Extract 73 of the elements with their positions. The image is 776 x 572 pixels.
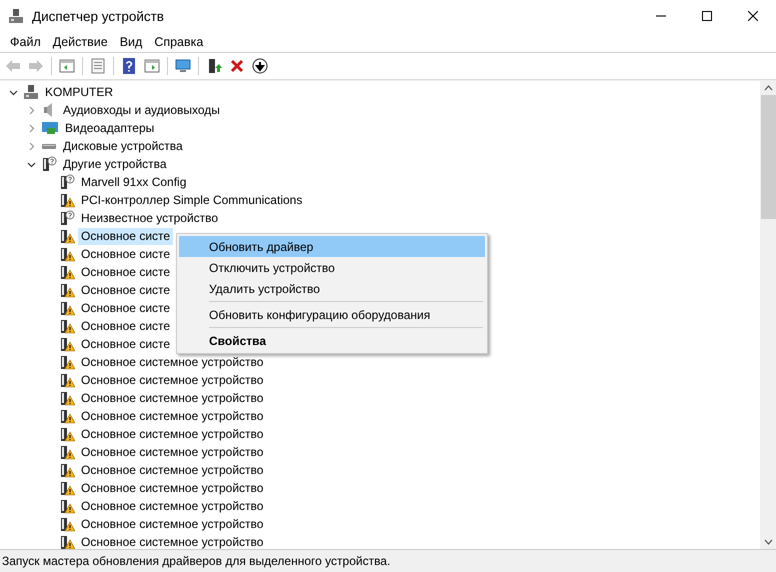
- monitor-icon: [41, 120, 59, 136]
- collapse-chevron-icon[interactable]: [26, 160, 36, 168]
- warning-device-icon: [59, 300, 75, 316]
- menu-item[interactable]: Действие: [46, 35, 114, 49]
- warning-device-icon: [59, 372, 75, 388]
- tree-item[interactable]: Основное системное устройство: [78, 534, 266, 549]
- tree-item[interactable]: Основное системное устройство: [78, 408, 266, 424]
- warning-device-icon: [59, 246, 75, 262]
- tree-item[interactable]: Основное систе: [78, 336, 174, 352]
- expand-chevron-icon[interactable]: [26, 142, 36, 150]
- expand-chevron-icon[interactable]: [26, 106, 36, 114]
- context-menu-item[interactable]: Свойства: [179, 330, 485, 351]
- tree-item[interactable]: Основное систе: [78, 300, 174, 316]
- drive-icon: [42, 144, 56, 148]
- tree-item[interactable]: Основное систе: [78, 246, 174, 262]
- tree-item[interactable]: KOMPUTER: [42, 84, 116, 100]
- menu-item[interactable]: Файл: [4, 35, 47, 49]
- warning-device-icon: [59, 192, 75, 208]
- tree-item[interactable]: Marvell 91xx Config: [78, 174, 190, 190]
- tree-item[interactable]: Основное систе: [78, 282, 174, 298]
- warning-device-icon: [59, 462, 75, 478]
- context-menu-item[interactable]: Обновить драйвер: [179, 236, 485, 257]
- warning-device-icon: [59, 498, 75, 514]
- tree-item[interactable]: Основное системное устройство: [78, 498, 266, 514]
- tree-item[interactable]: Аудиовходы и аудиовыходы: [60, 102, 223, 118]
- tree-item[interactable]: Основное системное устройство: [78, 426, 266, 442]
- warning-device-icon: [59, 408, 75, 424]
- warning-device-icon: [59, 534, 75, 549]
- scrollbar-thumb[interactable]: [760, 95, 776, 219]
- collapse-chevron-icon[interactable]: [8, 88, 18, 96]
- warning-device-icon: [59, 480, 75, 496]
- expand-chevron-icon[interactable]: [26, 124, 36, 132]
- tree-item[interactable]: Другие устройства: [60, 156, 170, 172]
- warning-device-icon: [59, 282, 75, 298]
- warning-device-icon: [59, 318, 75, 334]
- warning-device-icon: [59, 228, 75, 244]
- tree-item[interactable]: Основное систе: [78, 228, 174, 244]
- warning-device-icon: [59, 264, 75, 280]
- tree-item[interactable]: Дисковые устройства: [60, 138, 186, 154]
- tree-item[interactable]: Основное системное устройство: [78, 462, 266, 478]
- warning-device-icon: [59, 390, 75, 406]
- unknown-device-icon: [59, 210, 75, 226]
- computer-icon: [8, 8, 24, 24]
- menu-item[interactable]: Справка: [148, 35, 210, 49]
- context-menu-item[interactable]: Обновить конфигурацию оборудования: [179, 304, 485, 325]
- tree-item[interactable]: Основное систе: [78, 318, 174, 334]
- context-menu-item[interactable]: Удалить устройство: [179, 278, 485, 299]
- warning-device-icon: [59, 516, 75, 532]
- tree-item[interactable]: Основное системное устройство: [78, 444, 266, 460]
- tree-item[interactable]: Основное системное устройство: [78, 480, 266, 496]
- tree-item[interactable]: Основное систе: [78, 264, 174, 280]
- download-icon[interactable]: [250, 56, 270, 76]
- close-icon: [748, 11, 758, 21]
- warning-device-icon: [59, 336, 75, 352]
- unknown-device-icon: [59, 174, 75, 190]
- tree-item[interactable]: Основное системное устройство: [78, 516, 266, 532]
- warning-device-icon: [59, 354, 75, 370]
- scrollbar[interactable]: [760, 81, 776, 549]
- menu-item[interactable]: Вид: [114, 35, 148, 49]
- context-menu-item[interactable]: Отключить устройство: [179, 257, 485, 278]
- status-bar: Запуск мастера обновления драйверов для выделенного устройства.: [0, 549, 776, 572]
- warning-device-icon: [59, 444, 75, 460]
- maximize-icon: [702, 11, 712, 21]
- computer-icon: [23, 84, 39, 100]
- tree-item[interactable]: PCI-контроллер Simple Communications: [78, 192, 306, 208]
- tree-item[interactable]: Основное системное устройство: [78, 390, 266, 406]
- warning-device-icon: [59, 426, 75, 442]
- tree-item[interactable]: Основное системное устройство: [78, 372, 266, 388]
- window-title: Диспетчер устройств: [32, 8, 165, 24]
- unknown-device-icon: [41, 156, 57, 172]
- tree-item[interactable]: Видеоадаптеры: [62, 120, 158, 136]
- tree-item[interactable]: Основное системное устройство: [78, 354, 266, 370]
- tree-item[interactable]: Неизвестное устройство: [78, 210, 222, 226]
